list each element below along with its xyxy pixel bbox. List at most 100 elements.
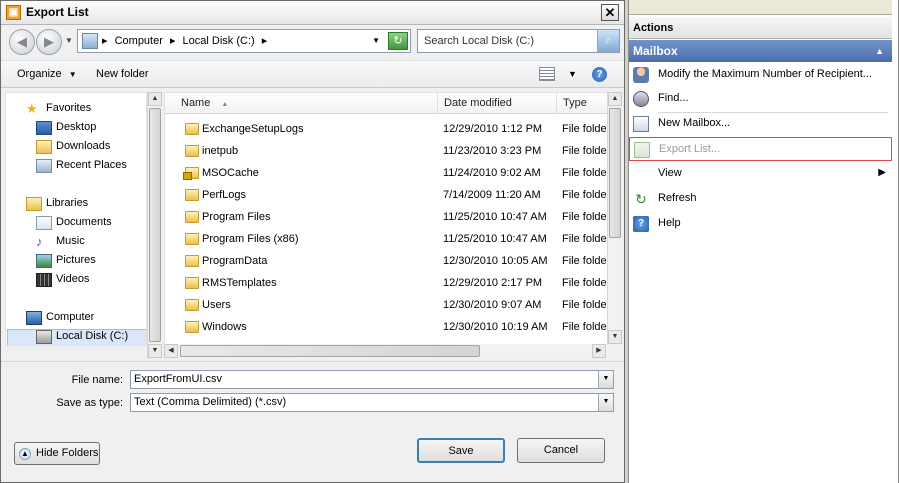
table-row[interactable]: PerfLogs 7/14/2009 11:20 AM File folder bbox=[165, 185, 607, 207]
action-export-list[interactable]: Export List... bbox=[629, 137, 892, 161]
action-modify-max-recipients[interactable]: Modify the Maximum Number of Recipient..… bbox=[629, 63, 892, 87]
table-row[interactable]: Windows 12/30/2010 10:19 AM File folder bbox=[165, 317, 607, 339]
organize-label: Organize bbox=[17, 68, 62, 80]
forward-button[interactable]: ▶ bbox=[36, 29, 62, 55]
scroll-down-icon[interactable]: ▼ bbox=[148, 344, 162, 358]
file-date: 12/29/2010 1:12 PM bbox=[443, 123, 543, 135]
folder-icon bbox=[185, 145, 199, 157]
folder-icon bbox=[185, 123, 199, 135]
action-label: New Mailbox... bbox=[658, 117, 731, 129]
music-icon: ♪ bbox=[36, 234, 43, 249]
column-name[interactable]: Name ▲ bbox=[175, 93, 438, 114]
breadcrumb-chevron-icon[interactable]: ▸ bbox=[170, 35, 176, 47]
view-options-icon[interactable] bbox=[539, 67, 555, 81]
nav-videos-label: Videos bbox=[56, 273, 90, 285]
action-view[interactable]: View ▶ bbox=[629, 162, 892, 186]
mailbox-section-header[interactable]: Mailbox ▲ bbox=[629, 40, 892, 62]
breadcrumb-local-disk[interactable]: Local Disk (C:) bbox=[183, 35, 255, 47]
scroll-up-icon[interactable]: ▲ bbox=[148, 92, 162, 106]
computer-icon bbox=[26, 311, 42, 325]
table-row[interactable]: Users 12/30/2010 9:07 AM File folder bbox=[165, 295, 607, 317]
user-settings-icon bbox=[633, 67, 649, 83]
action-label: View bbox=[658, 167, 682, 179]
actions-top-strip bbox=[629, 0, 892, 15]
file-name: ExchangeSetupLogs bbox=[202, 123, 304, 135]
collapse-icon[interactable]: ▲ bbox=[875, 40, 884, 62]
breadcrumb-chevron-icon[interactable]: ▸ bbox=[262, 35, 268, 47]
view-dropdown-icon[interactable]: ▼ bbox=[568, 69, 577, 79]
action-refresh[interactable]: ↻ Refresh bbox=[629, 187, 892, 211]
libraries-icon bbox=[26, 197, 42, 211]
actions-pane: Actions Mailbox ▲ Modify the Maximum Num… bbox=[628, 0, 899, 483]
scroll-right-icon[interactable]: ▶ bbox=[592, 344, 606, 358]
file-list-hscrollbar[interactable]: ◀ ▶ bbox=[164, 344, 607, 358]
table-row[interactable]: ExchangeSetupLogs 12/29/2010 1:12 PM File … bbox=[165, 119, 608, 141]
table-row[interactable]: MSOCache 11/24/2010 9:02 AM File folder bbox=[165, 163, 607, 185]
scroll-up-icon[interactable]: ▲ bbox=[608, 92, 622, 106]
table-row[interactable]: RMSTemplates 12/29/2010 2:17 PM File folde… bbox=[165, 273, 608, 295]
nav-local-disk-label: Local Disk (C:) bbox=[56, 330, 129, 342]
new-mailbox-icon bbox=[633, 116, 649, 132]
file-type: File folder bbox=[562, 123, 608, 135]
action-find[interactable]: Find... bbox=[629, 87, 892, 111]
back-button[interactable]: ◀ bbox=[9, 29, 35, 55]
file-date: 11/23/2010 3:23 PM bbox=[443, 145, 542, 157]
hide-folders-button[interactable]: ▲ Hide Folders bbox=[14, 442, 100, 465]
file-name: Program Files (x86) bbox=[202, 233, 299, 245]
address-dropdown-icon[interactable]: ▼ bbox=[372, 30, 380, 52]
file-type: File folder bbox=[562, 277, 608, 289]
file-date: 11/25/2010 10:47 AM bbox=[443, 211, 547, 223]
action-new-mailbox[interactable]: New Mailbox... bbox=[629, 112, 892, 136]
file-type: File folder bbox=[562, 145, 608, 157]
navigation-bar: ◀ ▶ ▼ ▸ Computer ▸ Local Disk (C:) ▸ ▼ ↻… bbox=[1, 26, 624, 58]
file-type: File folder bbox=[562, 233, 608, 245]
new-folder-button[interactable]: New folder bbox=[96, 68, 149, 80]
refresh-go-icon[interactable]: ↻ bbox=[388, 32, 408, 50]
table-row[interactable]: Program Files (x86) 11/25/2010 10:47 AM Fi… bbox=[165, 229, 608, 251]
mailbox-section-label: Mailbox bbox=[633, 44, 678, 58]
close-button[interactable]: ✕ bbox=[601, 4, 619, 21]
save-type-select[interactable]: Text (Comma Delimited) (*.csv) ▼ bbox=[130, 393, 614, 412]
hide-folders-label: Hide Folders bbox=[36, 447, 99, 459]
address-bar[interactable]: ▸ Computer ▸ Local Disk (C:) ▸ ▼ ↻ bbox=[77, 29, 411, 53]
nav-pane-scrollbar[interactable]: ▲ ▼ bbox=[147, 92, 162, 358]
scroll-thumb[interactable] bbox=[609, 108, 621, 238]
save-button[interactable]: Save bbox=[417, 438, 505, 463]
column-type[interactable]: Type bbox=[557, 93, 607, 114]
file-name-field[interactable]: ExportFromUI.csv ▼ bbox=[130, 370, 614, 389]
chevron-down-icon[interactable]: ▼ bbox=[598, 371, 613, 388]
hscroll-thumb[interactable] bbox=[180, 345, 480, 357]
chevron-down-icon[interactable]: ▼ bbox=[598, 394, 613, 411]
action-help[interactable]: ? Help bbox=[629, 212, 892, 236]
column-date-modified[interactable]: Date modified bbox=[438, 93, 557, 114]
file-name: inetpub bbox=[202, 145, 239, 157]
refresh-icon: ↻ bbox=[635, 191, 647, 207]
scroll-left-icon[interactable]: ◀ bbox=[164, 344, 178, 358]
table-row[interactable]: Program Files 11/25/2010 10:47 AM File fol… bbox=[165, 207, 607, 229]
submenu-arrow-icon: ▶ bbox=[878, 167, 886, 178]
downloads-icon bbox=[36, 140, 52, 154]
cancel-button[interactable]: Cancel bbox=[517, 438, 605, 463]
action-label: Help bbox=[658, 217, 681, 229]
scroll-thumb[interactable] bbox=[149, 108, 161, 342]
recent-pages-dropdown[interactable]: ▼ bbox=[65, 36, 73, 45]
file-name: ProgramData bbox=[202, 255, 268, 267]
action-label: Find... bbox=[658, 92, 689, 104]
nav-recent-places-label: Recent Places bbox=[56, 159, 127, 171]
search-icon[interactable]: ⌕ bbox=[597, 30, 619, 52]
pictures-icon bbox=[36, 254, 52, 268]
organize-menu[interactable]: Organize ▼ bbox=[17, 68, 77, 80]
table-row[interactable]: inetpub 11/23/2010 3:23 PM File folder bbox=[165, 141, 608, 163]
nav-libraries-label: Libraries bbox=[46, 197, 89, 209]
search-input[interactable]: Search Local Disk (C:) ⌕ bbox=[417, 29, 620, 53]
nav-music-label: Music bbox=[56, 235, 85, 247]
table-row[interactable]: ProgramData 12/30/2010 10:05 AM File folde… bbox=[165, 251, 607, 273]
nav-desktop-label: Desktop bbox=[56, 121, 97, 133]
file-list-scrollbar[interactable]: ▲ ▼ bbox=[607, 92, 622, 345]
help-icon[interactable]: ? bbox=[592, 67, 607, 82]
scroll-down-icon[interactable]: ▼ bbox=[608, 330, 622, 344]
breadcrumb-computer[interactable]: Computer bbox=[115, 35, 163, 47]
recent-places-icon bbox=[36, 159, 52, 173]
nav-computer-label: Computer bbox=[46, 311, 95, 323]
breadcrumb-chevron-icon[interactable]: ▸ bbox=[102, 35, 108, 47]
